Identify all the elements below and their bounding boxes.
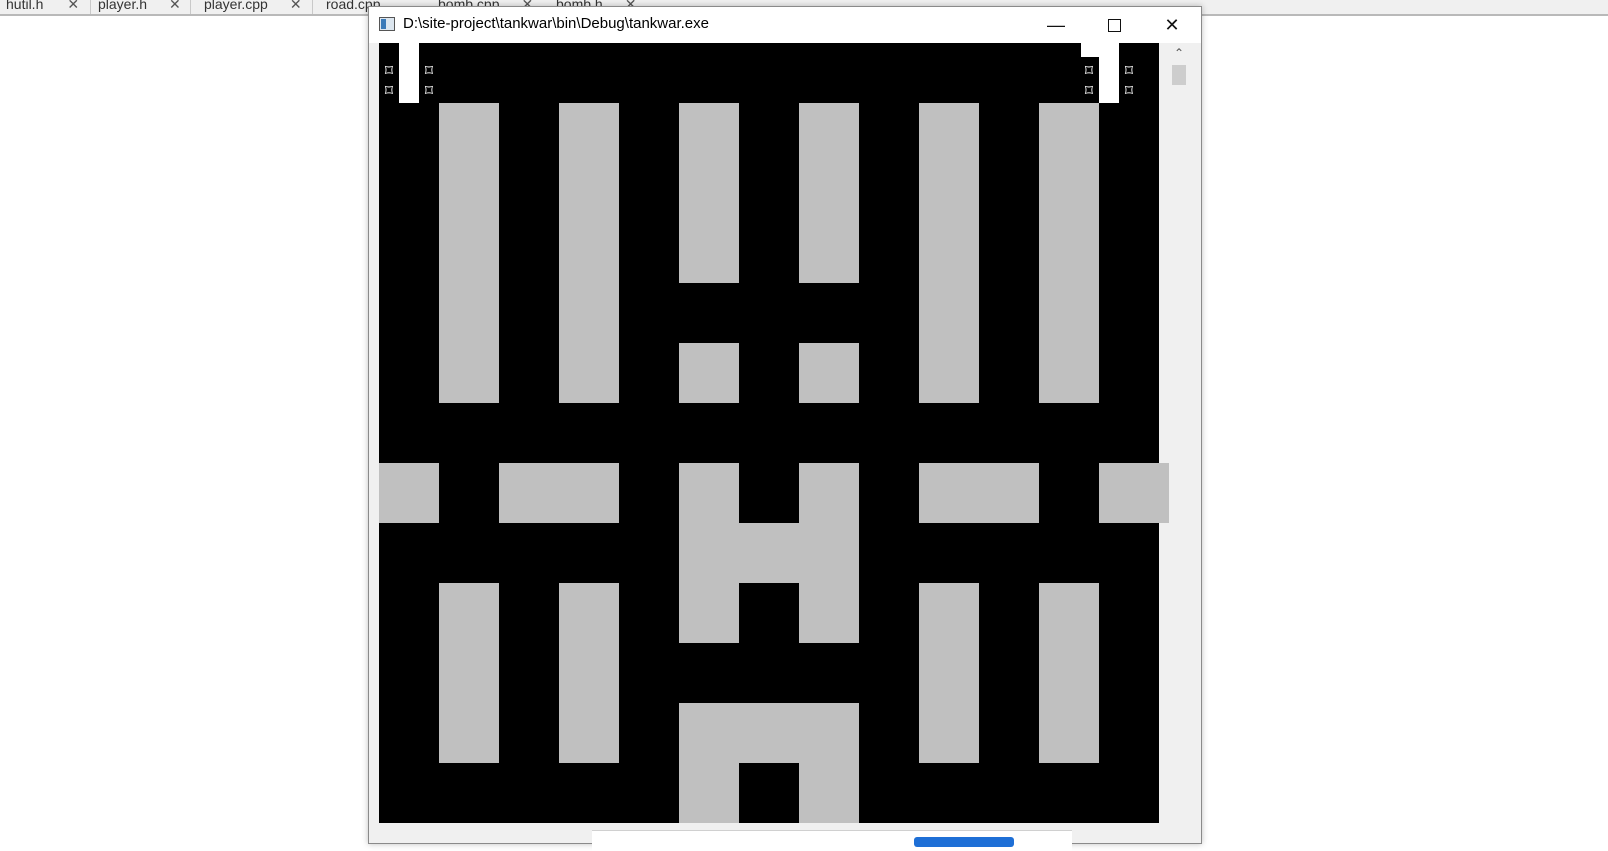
tab-label: player.cpp xyxy=(204,0,268,12)
title-bar[interactable]: D:\site-project\tankwar\bin\Debug\tankwa… xyxy=(369,7,1201,43)
tank-icon: ⌑ xyxy=(1084,81,1094,100)
tank-icon: ⌑ xyxy=(384,61,394,80)
wall-block xyxy=(1159,463,1169,523)
tab-divider xyxy=(312,0,313,14)
popup-button[interactable] xyxy=(914,837,1014,847)
wall-block xyxy=(799,103,859,283)
console-app-icon xyxy=(379,17,395,31)
close-icon[interactable]: ✕ xyxy=(169,0,181,13)
wall-block xyxy=(379,463,439,523)
wall-block xyxy=(499,463,619,523)
base-block xyxy=(399,43,419,103)
wall-block xyxy=(439,103,499,403)
maximize-icon xyxy=(1107,18,1121,32)
tab-divider xyxy=(90,0,91,14)
close-icon[interactable]: ✕ xyxy=(290,0,302,13)
tab-label: hutil.h xyxy=(6,0,44,12)
tank-icon: ⌑ xyxy=(424,61,434,80)
tank-icon: ⌑ xyxy=(1124,81,1134,100)
vertical-scrollbar[interactable]: ⌃ xyxy=(1169,43,1189,843)
wall-block xyxy=(799,343,859,403)
close-icon[interactable]: ✕ xyxy=(67,0,79,13)
wall-block xyxy=(679,703,859,763)
wall-block xyxy=(1039,103,1099,403)
minimize-icon: — xyxy=(1047,14,1065,35)
window-title: D:\site-project\tankwar\bin\Debug\tankwa… xyxy=(403,15,709,32)
close-icon: ✕ xyxy=(1164,14,1180,35)
minimize-button[interactable]: — xyxy=(1027,7,1085,43)
bottom-popup xyxy=(592,830,1072,851)
wall-block xyxy=(1039,583,1099,763)
wall-block xyxy=(799,763,859,823)
wall-block xyxy=(799,463,859,643)
tab-label: player.h xyxy=(98,0,148,12)
wall-block xyxy=(739,523,799,583)
chevron-up-icon: ⌃ xyxy=(1173,46,1185,60)
tank-icon: ⌑ xyxy=(1084,61,1094,80)
base-block xyxy=(1081,43,1099,57)
wall-block xyxy=(559,583,619,763)
wall-block xyxy=(1099,463,1159,523)
wall-block xyxy=(439,583,499,763)
maximize-button[interactable] xyxy=(1085,7,1143,43)
tank-icon: ⌑ xyxy=(384,81,394,100)
wall-block xyxy=(679,463,739,643)
scroll-up-button[interactable]: ⌃ xyxy=(1169,43,1189,63)
scroll-thumb[interactable] xyxy=(1172,65,1186,85)
wall-block xyxy=(679,343,739,403)
console-window: D:\site-project\tankwar\bin\Debug\tankwa… xyxy=(368,6,1202,844)
wall-block xyxy=(919,583,979,763)
game-field[interactable]: ⌑ ⌑ ⌑ ⌑ ⌑ ⌑ ⌑ ⌑ xyxy=(379,43,1159,823)
tank-icon: ⌑ xyxy=(1124,61,1134,80)
wall-block xyxy=(559,103,619,403)
wall-block xyxy=(679,103,739,283)
tab-player-cpp[interactable]: player.cpp ✕ xyxy=(204,0,302,14)
base-block xyxy=(1099,43,1119,103)
close-button[interactable]: ✕ xyxy=(1143,7,1201,43)
tab-player-h[interactable]: player.h ✕ xyxy=(98,0,181,14)
wall-block xyxy=(919,103,979,403)
wall-block xyxy=(679,763,739,823)
wall-block xyxy=(919,463,1039,523)
tab-divider xyxy=(190,0,191,14)
tank-icon: ⌑ xyxy=(424,81,434,100)
tab-hutil-h[interactable]: hutil.h ✕ xyxy=(6,0,79,14)
